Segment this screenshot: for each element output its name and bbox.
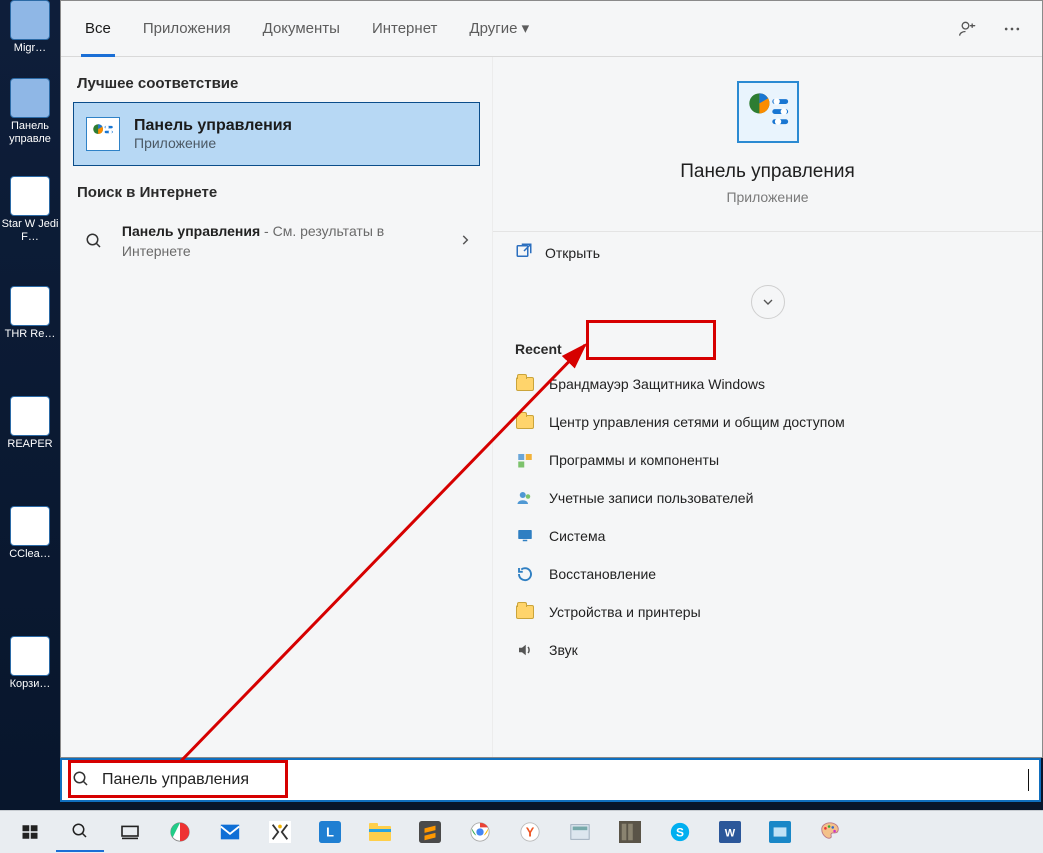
chevron-right-icon <box>458 233 472 250</box>
search-input-bar[interactable] <box>60 758 1041 802</box>
taskbar-sublime[interactable] <box>406 812 454 852</box>
open-icon <box>515 242 533 263</box>
best-match-item[interactable]: Панель управления Приложение <box>73 102 480 166</box>
taskbar-paint[interactable] <box>806 812 854 852</box>
best-match-subtitle: Приложение <box>134 135 292 151</box>
taskbar-app[interactable] <box>756 812 804 852</box>
programs-icon <box>515 450 535 470</box>
best-match-title: Панель управления <box>134 117 292 135</box>
text-caret <box>1028 769 1029 791</box>
desktop-icon[interactable]: Панель управле <box>0 78 60 146</box>
search-results-pane: Все Приложения Документы Интернет Другие… <box>60 0 1043 758</box>
recent-item[interactable]: Программы и компоненты <box>493 441 1042 479</box>
system-icon <box>515 526 535 546</box>
taskview-button[interactable] <box>106 812 154 852</box>
web-search-item[interactable]: Панель управления - См. результаты в Инт… <box>73 211 480 271</box>
sound-icon <box>515 640 535 660</box>
taskbar-yandex[interactable]: Y <box>506 812 554 852</box>
results-left-column: Лучшее соответствие Панель управления Пр… <box>61 57 493 757</box>
desktop-icon[interactable]: Star W Jedi F… <box>0 176 60 244</box>
results-right-column: Панель управления Приложение Открыть Rec… <box>493 57 1042 757</box>
open-action[interactable]: Открыть <box>493 232 1042 273</box>
taskbar-skype[interactable]: S <box>656 812 704 852</box>
start-button[interactable] <box>6 812 54 852</box>
tab-apps[interactable]: Приложения <box>127 1 247 57</box>
feedback-icon[interactable] <box>946 7 990 51</box>
tab-documents[interactable]: Документы <box>247 1 356 57</box>
more-icon[interactable] <box>990 7 1034 51</box>
open-label: Открыть <box>545 245 600 261</box>
search-taskbar-button[interactable] <box>56 812 104 852</box>
desktop-icon[interactable]: Корзи… <box>0 636 60 691</box>
search-tabs: Все Приложения Документы Интернет Другие… <box>61 1 1042 57</box>
desktop-icon[interactable]: THR Re… <box>0 286 60 341</box>
tab-web[interactable]: Интернет <box>356 1 453 57</box>
recent-item[interactable]: Звук <box>493 631 1042 669</box>
svg-text:L: L <box>326 825 334 840</box>
svg-text:W: W <box>725 828 736 840</box>
taskbar-app[interactable] <box>606 812 654 852</box>
taskbar-chrome[interactable] <box>456 812 504 852</box>
taskbar-word[interactable]: W <box>706 812 754 852</box>
recovery-icon <box>515 564 535 584</box>
taskbar-app[interactable]: L <box>306 812 354 852</box>
svg-text:S: S <box>676 826 684 840</box>
recent-item[interactable]: Учетные записи пользователей <box>493 479 1042 517</box>
control-panel-large-icon <box>737 81 799 143</box>
folder-icon <box>515 602 535 622</box>
taskbar-app[interactable] <box>156 812 204 852</box>
taskbar-mail[interactable] <box>206 812 254 852</box>
desktop-icon[interactable]: REAPER <box>0 396 60 451</box>
tab-more[interactable]: Другие ▾ <box>453 1 545 57</box>
expand-button[interactable] <box>751 285 785 319</box>
desktop-icon[interactable]: Migr… <box>0 0 60 55</box>
taskbar-app[interactable] <box>556 812 604 852</box>
control-panel-icon <box>86 117 120 151</box>
recent-item[interactable]: Центр управления сетями и общим доступом <box>493 403 1042 441</box>
recent-item[interactable]: Устройства и принтеры <box>493 593 1042 631</box>
search-input[interactable] <box>100 770 1030 790</box>
taskbar: L Y S W <box>0 810 1043 853</box>
best-match-header: Лучшее соответствие <box>73 71 480 102</box>
preview-title: Панель управления <box>680 161 855 183</box>
web-item-title: Панель управления <box>122 223 260 239</box>
search-icon <box>81 232 108 250</box>
desktop-icon[interactable]: CClea… <box>0 506 60 561</box>
tab-all[interactable]: Все <box>69 1 127 57</box>
recent-item[interactable]: Система <box>493 517 1042 555</box>
taskbar-explorer[interactable] <box>356 812 404 852</box>
folder-icon <box>515 374 535 394</box>
recent-item[interactable]: Восстановление <box>493 555 1042 593</box>
taskbar-app[interactable] <box>256 812 304 852</box>
recent-item[interactable]: Брандмауэр Защитника Windows <box>493 365 1042 403</box>
web-search-header: Поиск в Интернете <box>73 180 480 211</box>
search-icon <box>72 770 90 791</box>
folder-icon <box>515 412 535 432</box>
svg-text:Y: Y <box>526 825 535 840</box>
users-icon <box>515 488 535 508</box>
recent-list: Брандмауэр Защитника Windows Центр управ… <box>493 365 1042 669</box>
recent-header: Recent <box>493 327 1042 365</box>
preview-subtitle: Приложение <box>726 189 808 205</box>
